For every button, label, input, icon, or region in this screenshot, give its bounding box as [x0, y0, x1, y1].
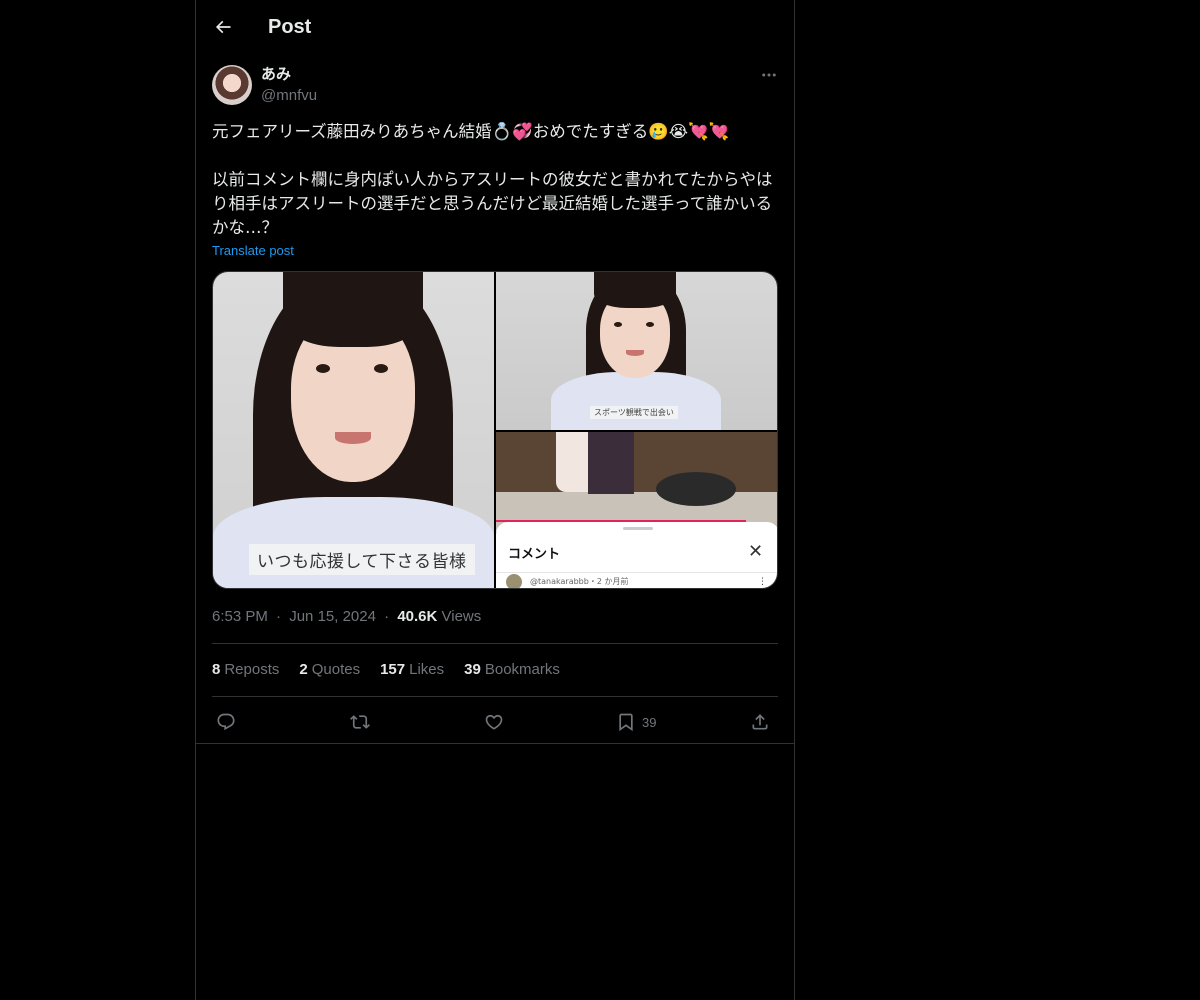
repost-icon [350, 715, 370, 729]
media-grid: いつも応援して下さる皆様 スポーツ観戦で出会い コメント ✕ @tanakara… [212, 271, 778, 589]
meta-separator: · [276, 608, 282, 625]
post-column: Post あみ @mnfvu 元フェアリーズ藤田みりあちゃん結婚💍💞おめでたすぎ… [195, 0, 795, 1000]
media-caption-top-right: スポーツ観戦で出会い [590, 406, 678, 419]
bookmarks-stat[interactable]: 39 Bookmarks [464, 660, 560, 680]
post-time[interactable]: 6:53 PM [212, 608, 268, 625]
like-button[interactable] [484, 708, 504, 736]
author-display-name[interactable]: あみ [261, 65, 291, 85]
divider [496, 572, 777, 573]
divider [212, 696, 778, 697]
bookmarks-count: 39 [464, 661, 481, 678]
translate-post-link[interactable]: Translate post [212, 242, 294, 260]
quotes-count: 2 [299, 661, 308, 678]
reply-button[interactable] [216, 708, 236, 736]
reply-icon [217, 713, 235, 731]
avatar[interactable] [212, 65, 252, 105]
bookmarks-label: Bookmarks [484, 661, 560, 678]
meta-separator: · [384, 608, 390, 625]
panel-handle [623, 527, 653, 530]
kebab-icon: ⋮ [758, 576, 767, 586]
likes-label: Likes [409, 661, 445, 678]
comments-title: コメント [508, 547, 561, 562]
media-image-1[interactable]: いつも応援して下さる皆様 [213, 272, 494, 588]
likes-stat[interactable]: 157 Likes [380, 660, 444, 680]
comment-user: @tanakarabbb・2 か月前 [530, 577, 629, 586]
repost-button[interactable] [350, 708, 370, 736]
author-handle[interactable]: @mnfvu [261, 86, 317, 106]
comments-panel: コメント ✕ @tanakarabbb・2 か月前 ⋮ [496, 522, 777, 588]
reposts-stat[interactable]: 8 Reposts [212, 660, 279, 680]
quotes-label: Quotes [311, 661, 361, 678]
bookmark-count: 39 [642, 714, 657, 730]
more-horizontal-icon [762, 73, 776, 77]
action-bar: 39 [212, 708, 778, 736]
media-image-3[interactable]: コメント ✕ @tanakarabbb・2 か月前 ⋮ [496, 432, 777, 588]
divider [196, 743, 794, 744]
views-count: 40.6K [397, 608, 438, 625]
post-meta: 6:53 PM · Jun 15, 2024 · 40.6K Views [212, 607, 481, 627]
quotes-stat[interactable]: 2 Quotes [299, 660, 360, 680]
bookmark-icon [619, 713, 633, 732]
comment-avatar [506, 574, 522, 588]
reposts-count: 8 [212, 661, 221, 678]
share-button[interactable] [750, 708, 770, 736]
post-date[interactable]: Jun 15, 2024 [289, 608, 376, 625]
page-title: Post [268, 16, 312, 38]
post-stats: 8 Reposts 2 Quotes 157 Likes 39 Bookmarks [212, 660, 560, 680]
bookmark-button[interactable]: 39 [616, 708, 656, 736]
reposts-label: Reposts [224, 661, 280, 678]
post-header: Post [196, 0, 794, 54]
arrow-left-icon [215, 20, 231, 34]
likes-count: 157 [380, 661, 406, 678]
post-text: 元フェアリーズ藤田みりあちゃん結婚💍💞おめでたすぎる🥲😭💘💘 以前コメント欄に身… [212, 122, 773, 237]
media-caption-left: いつも応援して下さる皆様 [249, 544, 475, 575]
heart-icon [485, 714, 503, 730]
divider [212, 643, 778, 644]
close-icon: ✕ [748, 541, 764, 561]
back-button[interactable] [210, 14, 236, 40]
share-icon [752, 714, 768, 730]
views-label: Views [441, 608, 482, 625]
more-options-button[interactable] [758, 64, 780, 86]
media-image-2[interactable]: スポーツ観戦で出会い [496, 272, 777, 430]
